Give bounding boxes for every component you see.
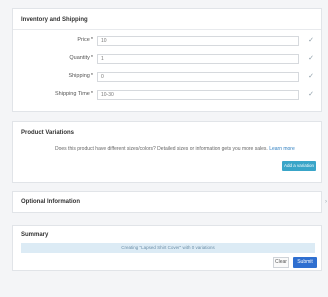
shipping-label: Shipping*: [68, 73, 93, 79]
shipping-input[interactable]: 0: [97, 72, 299, 82]
submit-button[interactable]: Submit: [293, 257, 317, 268]
shipping-time-row: Shipping Time* 10-30 ✓: [13, 90, 323, 100]
learn-more-link[interactable]: Learn more: [269, 146, 295, 152]
optional-title[interactable]: Optional Information: [21, 199, 80, 205]
variations-panel: Product Variations Does this product hav…: [12, 121, 322, 183]
inventory-panel: Inventory and Shipping Price* 10 ✓ Quant…: [12, 8, 322, 112]
variations-description: Does this product have different sizes/c…: [55, 146, 295, 152]
price-input[interactable]: 10: [97, 36, 299, 46]
check-icon: ✓: [308, 55, 314, 62]
chevron-icon[interactable]: ›: [325, 199, 327, 205]
shipping-time-label: Shipping Time*: [55, 91, 93, 97]
check-icon: ✓: [308, 37, 314, 44]
shipping-row: Shipping* 0 ✓: [13, 72, 323, 82]
optional-panel[interactable]: Optional Information ›: [12, 191, 327, 213]
clear-button[interactable]: Clear: [273, 257, 289, 268]
price-label: Price*: [77, 37, 93, 43]
variations-title: Product Variations: [21, 130, 75, 136]
check-icon: ✓: [308, 91, 314, 98]
price-row: Price* 10 ✓: [13, 36, 323, 46]
summary-panel: Summary Creating "Lapsed Shirt Cover" wi…: [12, 225, 322, 271]
quantity-input[interactable]: 1: [97, 54, 299, 64]
quantity-label: Quantity*: [69, 55, 93, 61]
shipping-time-input[interactable]: 10-30: [97, 90, 299, 100]
check-icon: ✓: [308, 73, 314, 80]
summary-title: Summary: [21, 232, 49, 238]
divider: [13, 29, 321, 30]
add-variation-button[interactable]: Add a variation: [282, 161, 316, 171]
inventory-title: Inventory and Shipping: [21, 17, 88, 23]
summary-info: Creating "Lapsed Shirt Cover" with 0 var…: [21, 243, 315, 253]
quantity-row: Quantity* 1 ✓: [13, 54, 323, 64]
